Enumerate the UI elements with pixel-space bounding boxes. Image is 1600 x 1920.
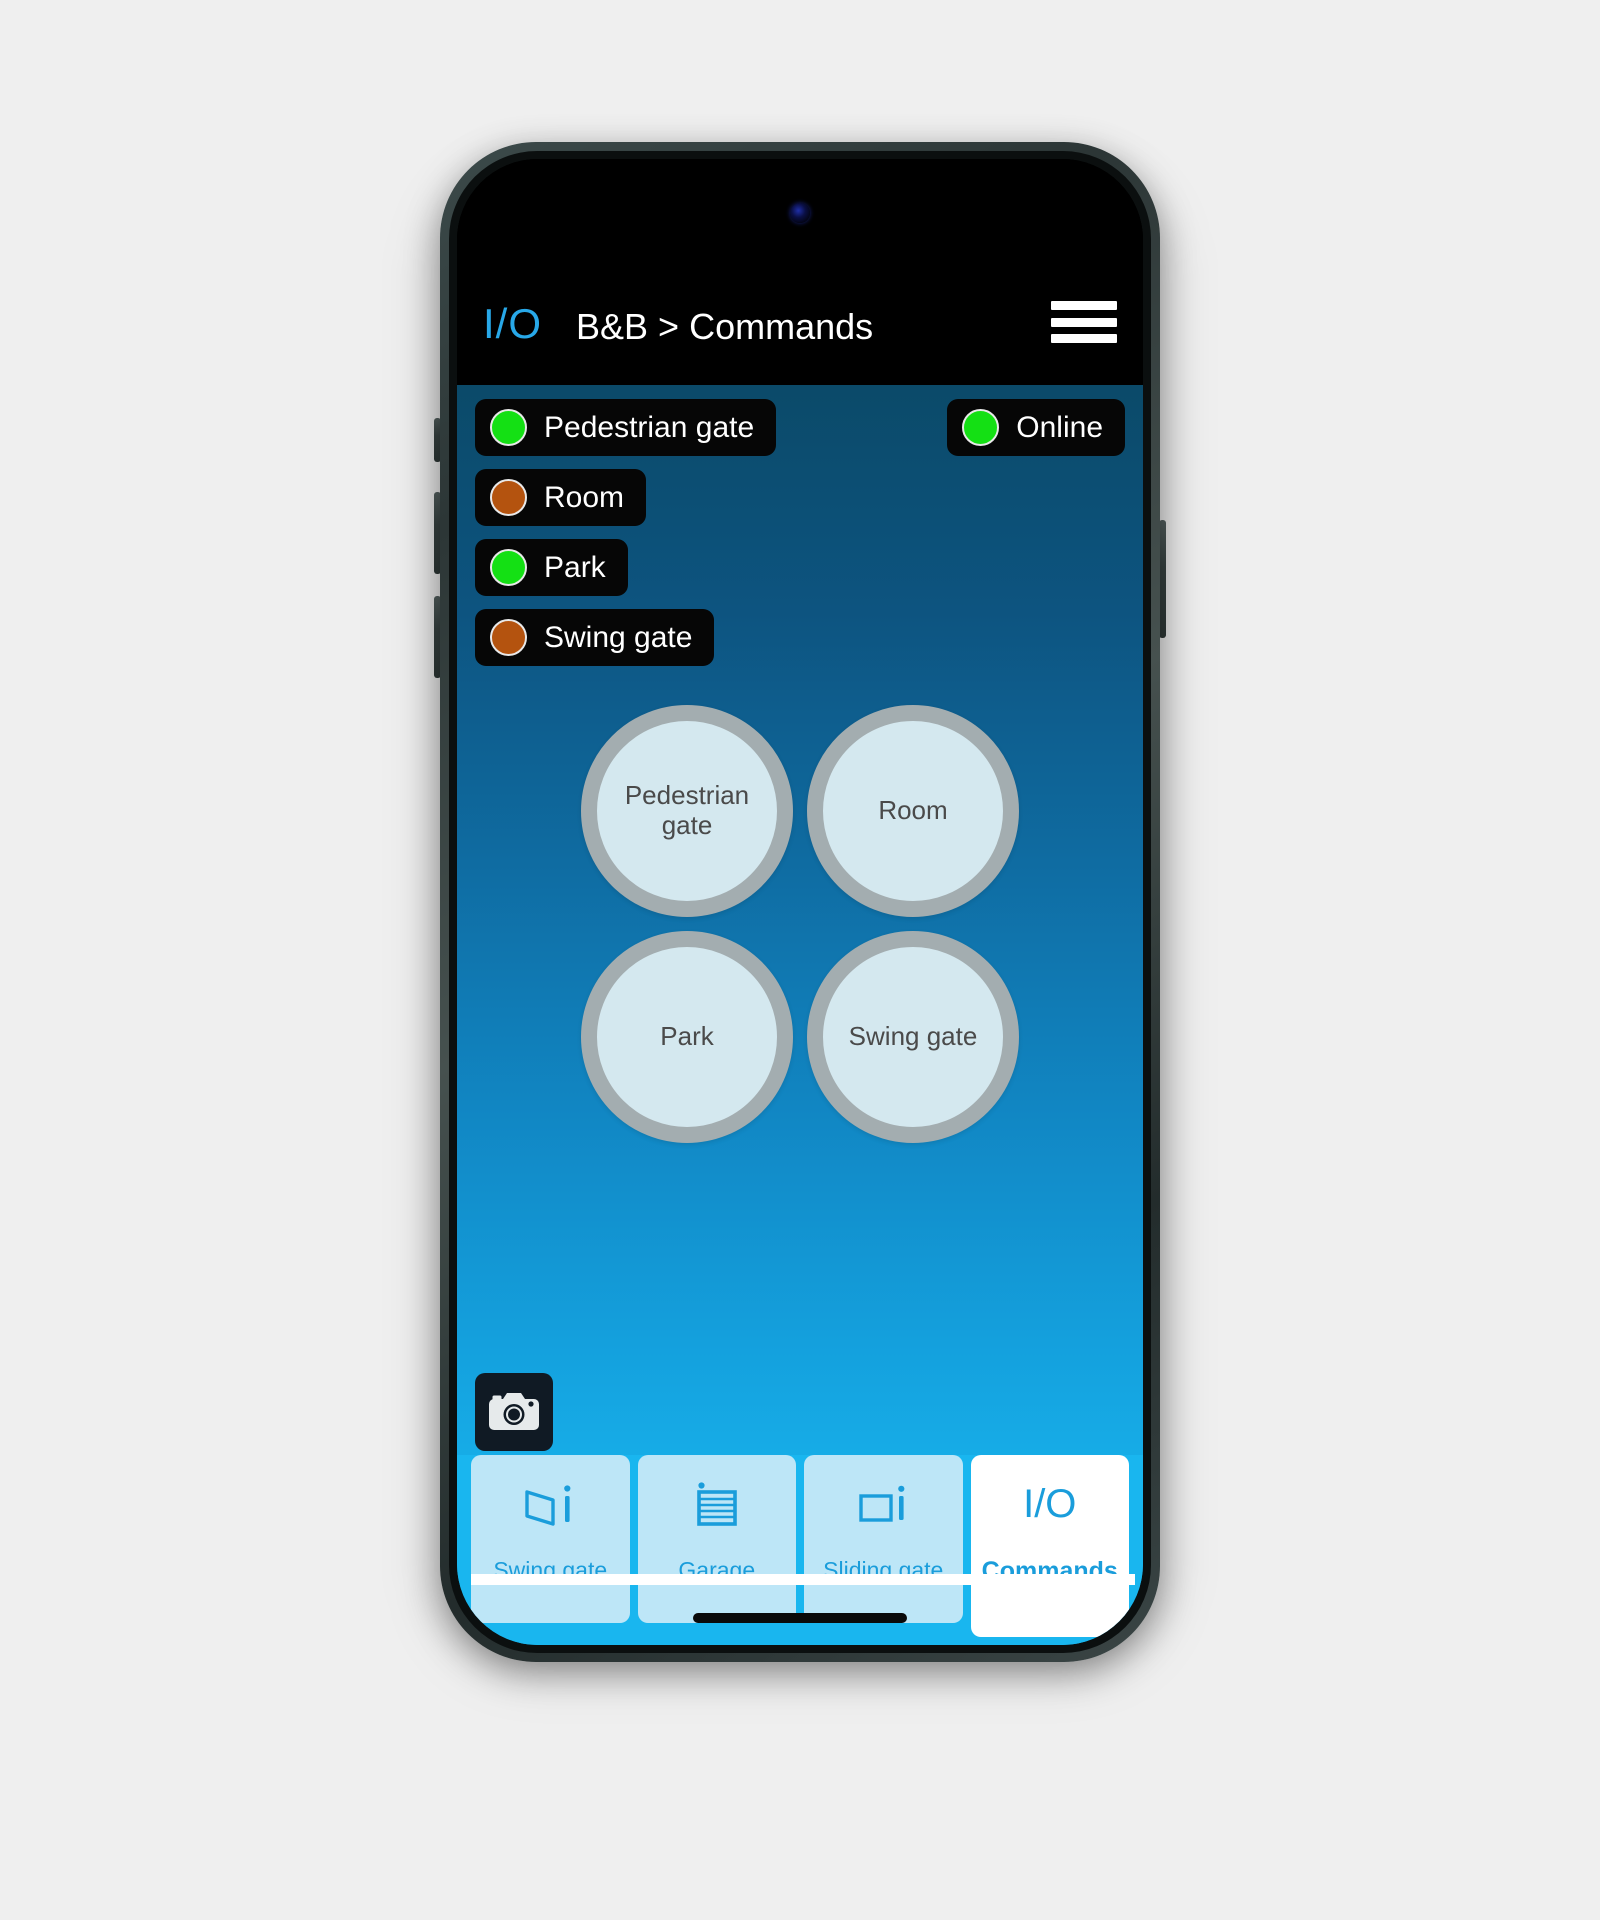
phone-device-frame: Pedestrian gate Room Park Swing gate Onl… (440, 142, 1160, 1662)
status-dot-orange (490, 619, 527, 656)
status-top-row: Pedestrian gate Room Park Swing gate Onl… (475, 399, 1125, 666)
device-status-label: Room (544, 480, 625, 514)
command-button-label: Pedestrian gate (624, 780, 750, 840)
hamburger-menu-icon[interactable] (1051, 301, 1117, 343)
device-status-pedestrian-gate[interactable]: Pedestrian gate (475, 399, 777, 456)
tab-swing-gate[interactable]: Swing gate (471, 1455, 630, 1623)
command-button-pedestrian-gate[interactable]: Pedestrian gate (581, 705, 793, 917)
hamburger-bar (1051, 317, 1117, 327)
hamburger-bar (1051, 334, 1117, 343)
device-status-room[interactable]: Room (475, 469, 647, 526)
device-status-park[interactable]: Park (475, 539, 628, 596)
tab-garage[interactable]: Garage (637, 1455, 796, 1623)
phone-screen: Pedestrian gate Room Park Swing gate Onl… (457, 159, 1143, 1645)
command-button-label: Room (878, 795, 948, 826)
status-dot-green (490, 549, 527, 586)
command-button-room[interactable]: Room (807, 705, 1019, 917)
phone-status-bar-area (457, 159, 1143, 271)
command-button-park[interactable]: Park (581, 931, 793, 1143)
garage-door-icon (688, 1471, 746, 1537)
connection-status-badge: Online (947, 399, 1125, 456)
front-camera-icon (790, 203, 810, 223)
device-status-label: Swing gate (544, 620, 693, 654)
status-dot-green (490, 409, 527, 446)
camera-button[interactable] (475, 1373, 553, 1451)
device-status-label: Pedestrian gate (544, 410, 755, 444)
command-button-swing-gate[interactable]: Swing gate (807, 931, 1019, 1143)
device-status-list: Pedestrian gate Room Park Swing gate (475, 399, 777, 666)
screenshot-canvas: Pedestrian gate Room Park Swing gate Onl… (0, 0, 1600, 1920)
phone-power-button[interactable] (1159, 520, 1166, 638)
app-main-content: Pedestrian gate Room Park Swing gate Onl… (457, 385, 1143, 1645)
swing-gate-icon (521, 1471, 579, 1537)
status-dot-green (962, 409, 1000, 446)
camera-icon (489, 1393, 539, 1430)
io-logo-icon: I/O (1023, 1482, 1077, 1526)
home-indicator[interactable] (693, 1613, 907, 1623)
command-button-label: Park (660, 1021, 714, 1052)
breadcrumb: B&B > Commands (576, 306, 874, 347)
app-brand-logo: I/O (483, 300, 543, 347)
device-status-swing-gate[interactable]: Swing gate (475, 609, 715, 666)
sliding-gate-icon (854, 1471, 912, 1537)
tabbar-bottom-divider (471, 1574, 1135, 1585)
hamburger-bar (1051, 301, 1117, 310)
device-status-label: Park (544, 550, 606, 584)
status-dot-orange (490, 479, 527, 516)
phone-bezel: Pedestrian gate Room Park Swing gate Onl… (449, 151, 1151, 1653)
status-overlay: Pedestrian gate Room Park Swing gate Onl… (457, 399, 1143, 666)
connection-status-label: Online (1016, 410, 1103, 444)
command-button-label: Swing gate (848, 1021, 978, 1052)
tab-sliding-gate[interactable]: Sliding gate (804, 1455, 963, 1623)
tab-commands[interactable]: I/O Commands (970, 1455, 1129, 1637)
command-button-grid: Pedestrian gate Room Park Swing gate (581, 705, 1019, 1143)
